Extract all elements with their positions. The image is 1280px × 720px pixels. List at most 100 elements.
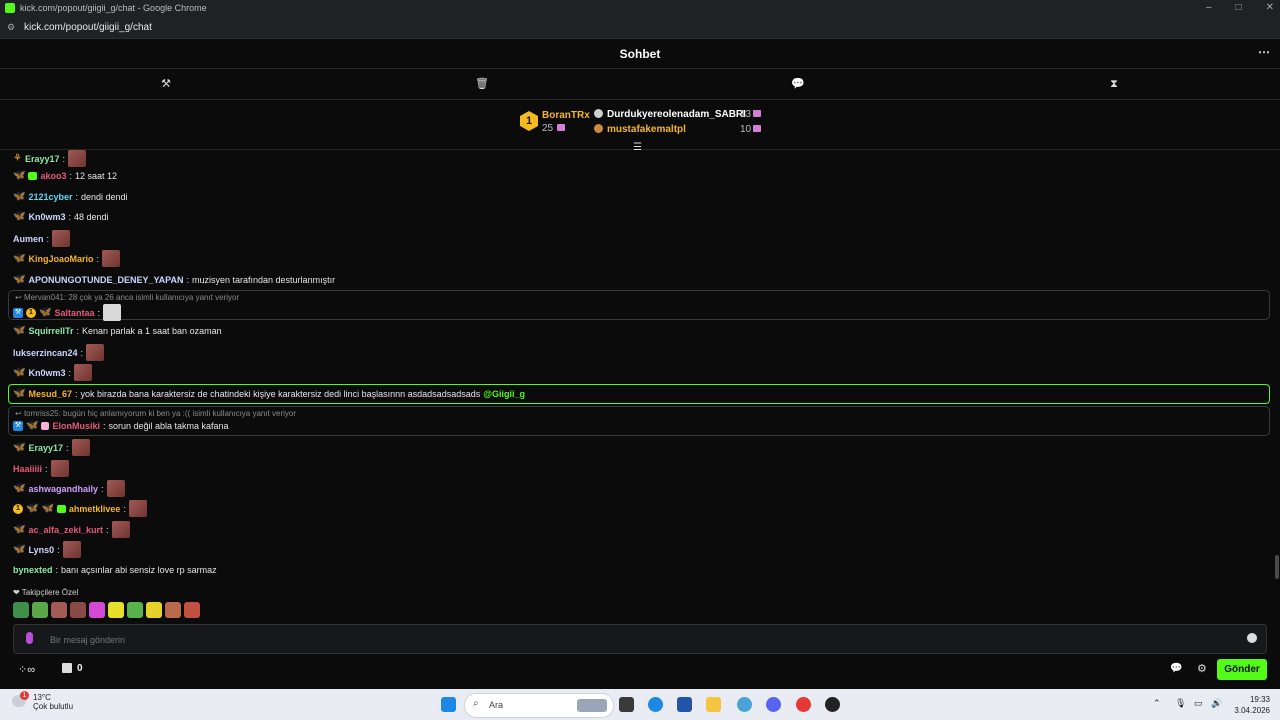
minimize-icon[interactable]: –: [1206, 2, 1212, 13]
subscriber-badge-icon: [41, 421, 50, 430]
butterfly-badge-icon: 🦋: [13, 544, 26, 555]
username[interactable]: Erayy17: [28, 443, 63, 453]
more-options-icon[interactable]: ⋯: [1258, 45, 1270, 59]
username[interactable]: ac_alfa_zeki_kurt: [28, 525, 103, 535]
message-text: banı açsınlar abi sensiz love rp sarmaz: [61, 565, 217, 575]
mention-tag[interactable]: @Giigii_g: [483, 389, 525, 399]
channel-points-icon[interactable]: ⁘∞: [18, 663, 35, 676]
trash-icon[interactable]: 🗑: [474, 76, 490, 92]
username[interactable]: Haaiiiii: [13, 464, 42, 474]
username[interactable]: APONUNGOTUNDE_DENEY_YAPAN: [28, 275, 183, 285]
username[interactable]: lukserzincan24: [13, 348, 78, 358]
message-input-box[interactable]: [13, 624, 1267, 655]
butterfly-badge-icon: 🦋: [26, 503, 39, 514]
file-explorer-icon[interactable]: [706, 697, 721, 712]
message-input[interactable]: [48, 625, 1232, 655]
username[interactable]: SquirrellTr: [28, 326, 73, 336]
username[interactable]: Erayy17: [25, 154, 60, 164]
username[interactable]: Aumen: [13, 234, 44, 244]
emote-button[interactable]: [51, 602, 67, 618]
reply-context: ↩ Mervan041: 28 çok ya 26 anca isimli ku…: [15, 293, 240, 302]
taskbar-search[interactable]: ⌕ Ara: [464, 693, 614, 718]
emote: [128, 500, 147, 517]
username[interactable]: akoo3: [40, 171, 66, 181]
message-text: 48 dendi: [73, 211, 109, 222]
settings-gear-icon[interactable]: ⚙: [1197, 662, 1207, 675]
message-text: yok birazda bana karaktersiz de chatinde…: [80, 388, 481, 399]
chat-message-list[interactable]: ⚘ Erayy17: 🦋 akoo3: 12 saat 12 🦋 2121cyb…: [0, 150, 1280, 622]
gift-icon: [753, 125, 761, 132]
settings-app-icon[interactable]: [737, 697, 752, 712]
taskbar-clock[interactable]: 19:33 3.04.2026: [1234, 694, 1270, 716]
username[interactable]: KingJoaoMario: [28, 254, 93, 264]
username[interactable]: 2121cyber: [28, 192, 72, 202]
network-icon[interactable]: ▭: [1194, 698, 1203, 709]
edge-icon[interactable]: [648, 697, 663, 712]
emote-button[interactable]: [146, 602, 162, 618]
volume-icon[interactable]: 🔊: [1211, 698, 1222, 709]
chat-message: 🦋 ac_alfa_zeki_kurt:: [13, 521, 130, 538]
leader-first-count: 25: [542, 123, 554, 134]
store-icon[interactable]: [62, 663, 72, 673]
username[interactable]: Kn0wm3: [28, 368, 65, 378]
leader-first-name[interactable]: BoranTRx: [542, 110, 590, 121]
username[interactable]: ahmetklivee: [69, 504, 121, 514]
emote-button[interactable]: [184, 602, 200, 618]
emote-button[interactable]: [13, 602, 29, 618]
maximize-icon[interactable]: □: [1236, 2, 1242, 13]
site-settings-icon[interactable]: ⚙: [7, 22, 17, 33]
weather-widget[interactable]: 1 13°C Çok bulutlu: [12, 691, 73, 712]
gifter-badge-icon: 1: [26, 307, 36, 318]
followers-only-text: Takipçilere Özel: [21, 588, 79, 597]
message-text: Kenan parlak a 1 saat ban ozaman: [81, 325, 222, 336]
discord-icon[interactable]: [766, 697, 781, 712]
search-highlight-icon: [577, 699, 607, 712]
tray-chevron-icon[interactable]: ⌃: [1153, 698, 1161, 709]
chat-scrollbar[interactable]: [1275, 555, 1279, 579]
close-icon[interactable]: ✕: [1266, 2, 1274, 13]
chat-message: lukserzincan24:: [13, 344, 105, 361]
emote-button[interactable]: [108, 602, 124, 618]
message-text: 12 saat 12: [74, 170, 118, 181]
emote-button[interactable]: [32, 602, 48, 618]
hammer-icon[interactable]: ⚒: [158, 76, 174, 92]
emote-button[interactable]: [89, 602, 105, 618]
moderator-badge-icon: ⚒: [13, 307, 23, 318]
chrome-icon[interactable]: [796, 697, 811, 712]
clock-date: 3.04.2026: [1234, 706, 1270, 715]
emote: [62, 541, 81, 558]
url-text[interactable]: kick.com/popout/giigii_g/chat: [24, 22, 152, 33]
send-button[interactable]: Gönder: [1217, 659, 1267, 680]
username[interactable]: Mesud_67: [28, 389, 72, 399]
username[interactable]: ashwagandhaily: [28, 484, 98, 494]
gift-icon: [557, 124, 565, 131]
moderator-badge-icon: ⚒: [13, 420, 23, 431]
username[interactable]: Kn0wm3: [28, 212, 65, 222]
store-app-icon[interactable]: [677, 697, 692, 712]
butterfly-badge-icon: 🦋: [13, 388, 26, 399]
microphone-icon[interactable]: [26, 632, 33, 644]
reply-message-box: ↩ Mervan041: 28 çok ya 26 anca isimli ku…: [8, 290, 1270, 320]
chat-message: 🦋 Kn0wm3: 48 dendi: [13, 211, 109, 222]
mic-tray-icon[interactable]: 🎙: [1175, 698, 1186, 709]
chat-bubble-icon[interactable]: 💬: [1170, 663, 1182, 674]
username[interactable]: Lyns0: [28, 545, 54, 555]
chat-message: Haaiiiii:: [13, 460, 69, 477]
windows-start-icon[interactable]: [441, 697, 456, 712]
emote-button[interactable]: [70, 602, 86, 618]
emote-button[interactable]: [127, 602, 143, 618]
emoji-icon[interactable]: [1247, 633, 1257, 643]
address-bar[interactable]: ⚙ kick.com/popout/giigii_g/chat: [0, 16, 1280, 39]
steam-icon[interactable]: [825, 697, 840, 712]
task-view-icon[interactable]: [619, 697, 634, 712]
username[interactable]: ElonMusiki: [52, 421, 100, 431]
leader-second-name[interactable]: Durdukyereolenadam_SABRI: [607, 109, 746, 120]
message-text: muzisyen tarafından desturlanmıştır: [192, 274, 336, 285]
hourglass-icon[interactable]: ⧗: [1106, 76, 1122, 92]
chat-message: ⚘ Erayy17:: [13, 150, 87, 167]
emote-button[interactable]: [165, 602, 181, 618]
username[interactable]: bynexted: [13, 565, 53, 575]
leader-third-name[interactable]: mustafakemaltpl: [607, 124, 686, 135]
chat-bubble-icon[interactable]: 💬: [790, 76, 806, 92]
username[interactable]: Saltantaa: [54, 308, 94, 318]
